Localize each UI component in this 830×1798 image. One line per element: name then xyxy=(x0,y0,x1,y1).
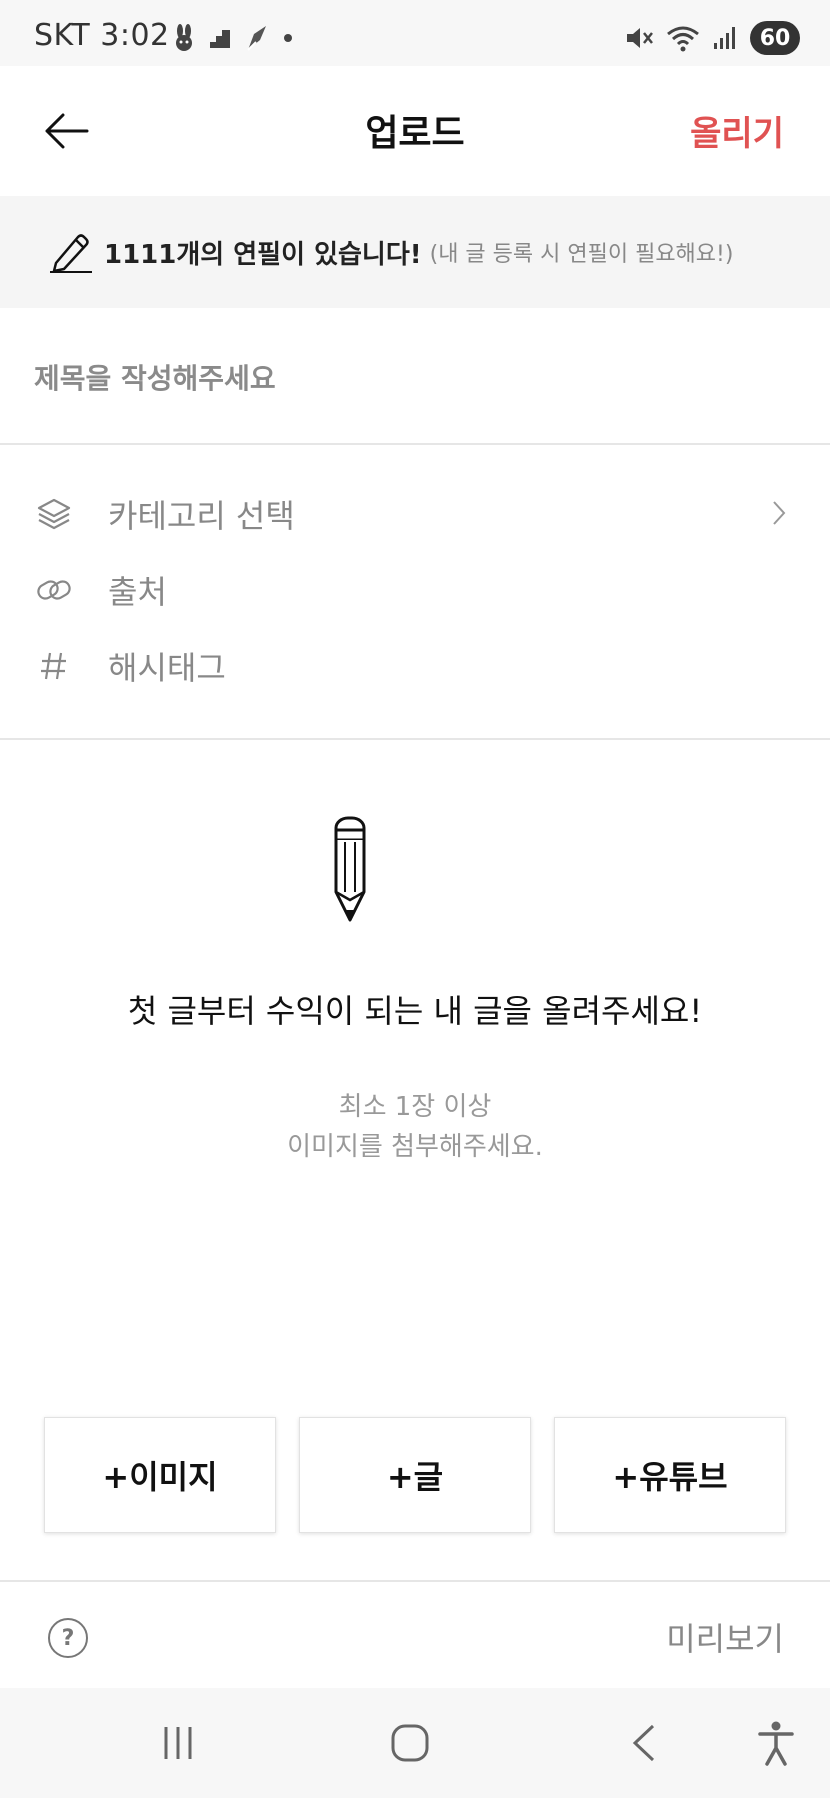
bottom-bar: ? 미리보기 xyxy=(0,1580,830,1688)
system-nav-bar xyxy=(0,1688,830,1798)
title-input[interactable] xyxy=(34,348,794,408)
accessibility-button[interactable] xyxy=(746,1718,806,1768)
add-youtube-button[interactable]: +유튜브 xyxy=(554,1417,786,1533)
hashtag-row[interactable]: 해시태그 xyxy=(0,628,830,704)
pencil-count-text: 1111개의 연필이 있습니다! xyxy=(104,239,422,270)
signal-icon xyxy=(714,27,735,49)
accessibility-icon xyxy=(758,1721,794,1766)
layers-icon xyxy=(34,497,74,531)
battery-indicator: 60 xyxy=(750,21,800,55)
category-select-row[interactable]: 카테고리 선택 xyxy=(0,476,830,552)
recent-apps-button[interactable] xyxy=(148,1718,208,1768)
divider xyxy=(0,738,830,740)
chevron-left-icon xyxy=(632,1724,655,1762)
status-time: SKT 3:02 xyxy=(34,18,170,53)
system-icons: 60 xyxy=(624,20,800,56)
preview-button[interactable]: 미리보기 xyxy=(666,1614,784,1660)
add-image-button[interactable]: +이미지 xyxy=(44,1417,276,1533)
recent-apps-icon xyxy=(164,1727,192,1759)
nav-back-button[interactable] xyxy=(614,1718,674,1768)
pencil-notice: 1111개의 연필이 있습니다! (내 글 등록 시 연필이 필요해요!) xyxy=(0,196,830,308)
add-text-button[interactable]: +글 xyxy=(299,1417,531,1533)
home-icon xyxy=(391,1724,429,1762)
empty-state-message: 첫 글부터 수익이 되는 내 글을 올려주세요! xyxy=(127,992,703,1030)
dot-icon xyxy=(284,34,292,42)
help-button[interactable]: ? xyxy=(48,1618,88,1658)
home-button[interactable] xyxy=(380,1718,440,1768)
submit-button[interactable]: 올리기 xyxy=(690,106,784,155)
title-section xyxy=(0,310,830,445)
link-icon xyxy=(34,575,74,605)
hashtag-icon xyxy=(34,650,74,682)
wifi-icon xyxy=(667,26,699,52)
pencil-notice-sub: (내 글 등록 시 연필이 필요해요!) xyxy=(429,242,734,267)
empty-state-sub-line1: 최소 1장 이상 xyxy=(338,1092,492,1122)
pen-nib-icon xyxy=(247,26,266,51)
pencil-outline-icon xyxy=(50,234,92,273)
app-header: 업로드 올리기 xyxy=(0,66,830,196)
rabbit-icon xyxy=(176,24,192,51)
notification-icons xyxy=(172,20,294,56)
empty-state-sub-line2: 이미지를 첨부해주세요. xyxy=(287,1132,543,1162)
chevron-right-icon xyxy=(773,501,786,525)
hashtag-label: 해시태그 xyxy=(108,649,226,687)
status-bar: SKT 3:02 60 xyxy=(0,0,830,66)
source-row[interactable]: 출처 xyxy=(0,552,830,628)
category-label: 카테고리 선택 xyxy=(108,497,295,535)
pencil-icon xyxy=(334,816,366,922)
stairs-icon xyxy=(210,30,230,48)
source-label: 출처 xyxy=(108,573,167,611)
mute-icon xyxy=(627,28,653,48)
